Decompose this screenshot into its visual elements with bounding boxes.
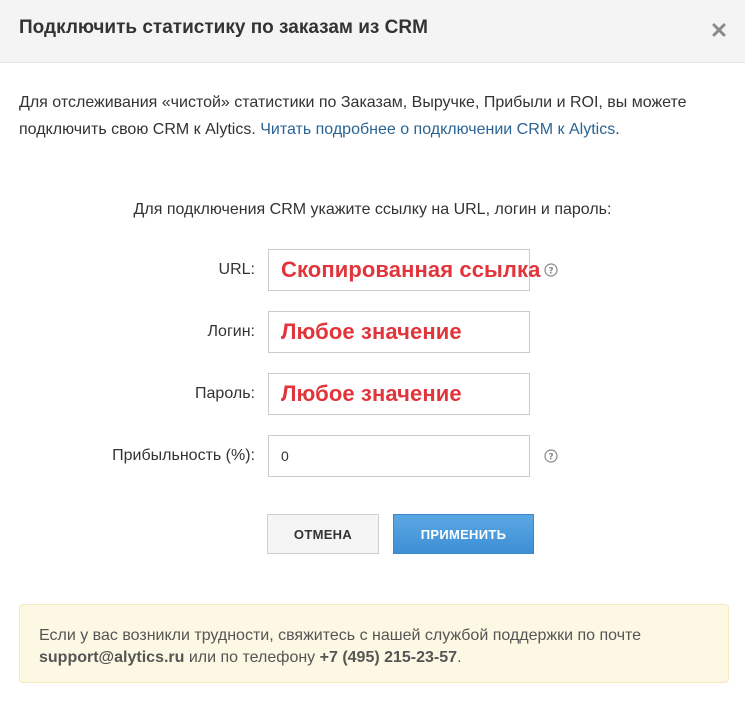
profit-help-icon[interactable]: ?: [544, 449, 558, 463]
modal-title: Подключить статистику по заказам из CRM: [19, 17, 428, 38]
cancel-button[interactable]: ОТМЕНА: [267, 514, 379, 554]
svg-text:?: ?: [548, 453, 553, 463]
close-button[interactable]: [708, 19, 730, 41]
support-phone: +7 (495) 215-23-57: [319, 649, 458, 666]
login-input-value: Любое значение: [281, 319, 462, 344]
notice-text-3: .: [457, 649, 462, 666]
profit-row: Прибыльность (%): 0 ?: [0, 435, 745, 477]
login-row: Логин: Любое значение: [0, 311, 745, 353]
intro-text: Для отслеживания «чистой» статистики по …: [19, 90, 709, 143]
url-input-value: Скопированная ссылка: [281, 257, 541, 282]
url-label: URL:: [218, 261, 255, 278]
apply-button[interactable]: ПРИМЕНИТЬ: [393, 514, 534, 554]
profit-label: Прибыльность (%):: [112, 447, 255, 464]
support-email: support@alytics.ru: [39, 649, 185, 666]
url-help-icon[interactable]: ?: [544, 263, 558, 277]
profit-input[interactable]: 0: [268, 435, 530, 477]
password-label: Пароль:: [195, 385, 255, 402]
close-icon: [712, 23, 726, 37]
support-notice: Если у вас возникли трудности, свяжитесь…: [19, 604, 729, 683]
password-input-value: Любое значение: [281, 381, 462, 406]
crm-connect-modal: Подключить статистику по заказам из CRM …: [0, 0, 745, 712]
url-input[interactable]: Скопированная ссылка: [268, 249, 540, 291]
instruction-text: Для подключения CRM укажите ссылку на UR…: [133, 201, 612, 218]
password-input[interactable]: Любое значение: [268, 373, 530, 415]
login-input[interactable]: Любое значение: [268, 311, 530, 353]
crm-help-link[interactable]: Читать подробнее о подключении CRM к Aly…: [260, 121, 615, 138]
notice-text-1: Если у вас возникли трудности, свяжитесь…: [39, 627, 642, 644]
modal-header: Подключить статистику по заказам из CRM: [0, 0, 745, 63]
url-row: URL: Скопированная ссылка ?: [0, 249, 745, 291]
svg-text:?: ?: [548, 267, 553, 277]
login-label: Логин:: [207, 323, 255, 340]
password-row: Пароль: Любое значение: [0, 373, 745, 415]
profit-input-value: 0: [281, 448, 289, 464]
notice-text-2: или по телефону: [188, 649, 316, 666]
intro-tail: .: [615, 120, 620, 138]
